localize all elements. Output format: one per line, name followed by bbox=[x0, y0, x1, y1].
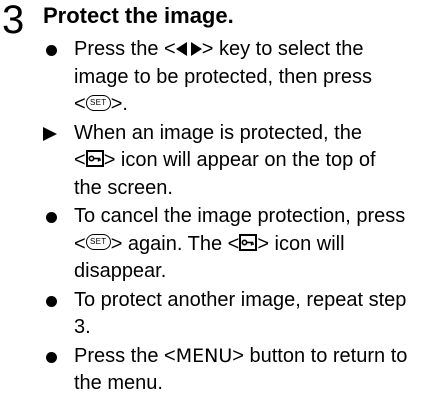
list-item: To cancel the image protection, press < S… bbox=[42, 203, 426, 286]
left-right-arrows-icon bbox=[175, 41, 202, 56]
text-segment: Press the < bbox=[74, 344, 176, 367]
item-line: < SET >. bbox=[74, 91, 426, 119]
item-line: the screen. bbox=[74, 176, 173, 199]
bullet-icon bbox=[46, 212, 57, 223]
bullet-icon bbox=[46, 351, 57, 363]
item-line: Press the <MENU> button to return to bbox=[74, 343, 426, 371]
text-segment: < bbox=[74, 232, 86, 255]
text-segment: > key to select the bbox=[201, 38, 364, 60]
step-number: 3 bbox=[2, 0, 25, 42]
list-item: When an image is protected, the < > icon … bbox=[42, 120, 426, 203]
text-segment: > again. The < bbox=[110, 232, 240, 255]
item-line: 3. bbox=[74, 316, 91, 338]
text-segment: < bbox=[74, 93, 86, 115]
item-line: < > icon will appear on the top of bbox=[74, 147, 426, 175]
instruction-list: Press the < > key to select the image to … bbox=[42, 36, 426, 398]
text-segment: > icon will bbox=[257, 232, 345, 255]
bullet-icon bbox=[46, 45, 57, 56]
text-segment: Press the < bbox=[74, 38, 176, 60]
list-item: Press the < > key to select the image to … bbox=[42, 36, 426, 119]
text-segment: >. bbox=[110, 93, 128, 115]
item-line: To cancel the image protection, press bbox=[74, 205, 406, 227]
step-title: Protect the image. bbox=[43, 3, 234, 28]
item-line: image to be protected, then press bbox=[74, 65, 372, 88]
list-item: To protect another image, repeat step 3. bbox=[42, 287, 426, 342]
item-line: < SET > again. The < > icon will bbox=[74, 231, 426, 259]
item-line: When an image is protected, the bbox=[74, 121, 362, 144]
text-segment: < bbox=[74, 149, 86, 171]
result-arrow-icon bbox=[43, 126, 57, 141]
item-line: disappear. bbox=[74, 260, 167, 282]
bullet-icon bbox=[46, 295, 57, 307]
list-item: Press the <MENU> button to return to the… bbox=[42, 343, 426, 398]
item-line: the menu. bbox=[74, 372, 163, 394]
set-button-icon: SET bbox=[85, 94, 111, 111]
item-line: To protect another image, repeat step bbox=[74, 288, 407, 311]
item-line: Press the < > key to select the bbox=[74, 36, 426, 64]
text-segment: > icon will appear on the top of bbox=[103, 149, 376, 171]
set-button-icon: SET bbox=[85, 234, 111, 251]
menu-button-label: MENU bbox=[175, 344, 233, 367]
text-segment: > button to return to bbox=[232, 344, 408, 367]
protect-key-icon bbox=[85, 150, 104, 168]
protect-key-icon bbox=[239, 233, 258, 251]
